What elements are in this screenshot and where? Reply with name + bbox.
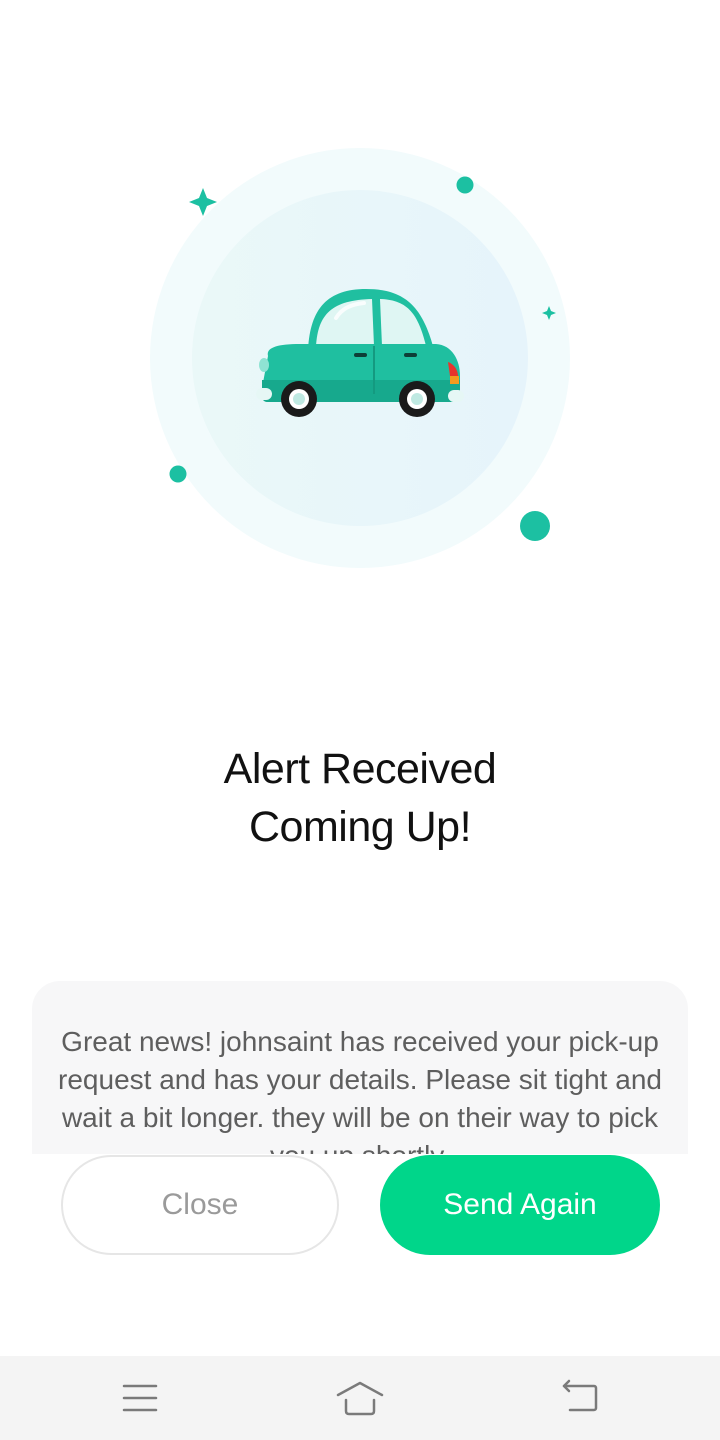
dot-bottom-left xyxy=(169,465,187,483)
alert-message: Great news! johnsaint has received your … xyxy=(58,1026,662,1154)
message-card: Great news! johnsaint has received your … xyxy=(32,981,688,1154)
alert-title: Alert Received Coming Up! xyxy=(0,740,720,856)
car-illustration xyxy=(150,148,570,568)
system-nav-bar xyxy=(0,1356,720,1440)
alert-screen: Alert Received Coming Up! Great news! jo… xyxy=(0,0,720,1440)
back-icon[interactable] xyxy=(558,1378,602,1418)
car-illustration-graphic xyxy=(150,148,570,568)
send-again-button-label: Send Again xyxy=(443,1188,597,1221)
send-again-button[interactable]: Send Again xyxy=(380,1155,660,1255)
dot-bottom-right xyxy=(520,511,550,541)
home-icon[interactable] xyxy=(336,1378,384,1418)
alert-title-line-2: Coming Up! xyxy=(248,803,472,851)
dot-top-right xyxy=(456,176,474,194)
menu-icon[interactable] xyxy=(118,1378,162,1418)
alert-title-line-1: Alert Received xyxy=(223,745,497,793)
close-button[interactable]: Close xyxy=(61,1155,339,1255)
close-button-label: Close xyxy=(161,1188,239,1221)
